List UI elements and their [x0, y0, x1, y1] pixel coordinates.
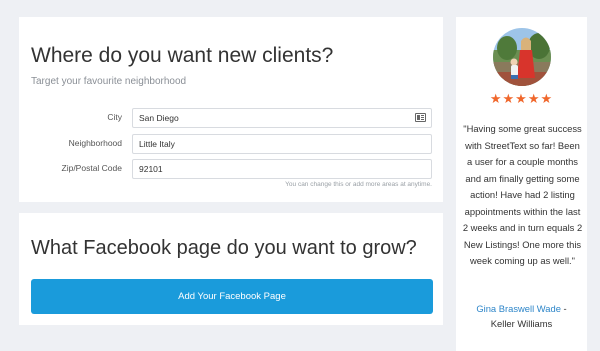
zip-input[interactable] [132, 159, 432, 179]
neighborhood-row: Neighborhood [19, 134, 443, 154]
avatar-photo [493, 28, 551, 86]
star-rating: ★★★★★ [489, 91, 554, 106]
author-separator: - [560, 303, 567, 314]
facebook-title: What Facebook page do you want to grow? [31, 237, 417, 259]
city-row: City [19, 108, 443, 128]
add-facebook-page-button[interactable]: Add Your Facebook Page [31, 279, 433, 314]
facebook-page-card: What Facebook page do you want to grow? … [19, 213, 443, 325]
city-label: City [107, 112, 122, 122]
zip-row: Zip/Postal Code [19, 159, 443, 179]
testimonial-card: ★★★★★ "Having some great success with St… [456, 17, 587, 351]
city-input[interactable] [132, 108, 432, 128]
avatar [493, 28, 551, 86]
zip-label: Zip/Postal Code [61, 163, 122, 173]
author-company: Keller Williams [490, 318, 553, 329]
clients-title: Where do you want new clients? [31, 44, 334, 67]
testimonial-quote: "Having some great success with StreetTe… [462, 123, 583, 266]
neighborhood-label: Neighborhood [68, 138, 122, 148]
clients-subtitle: Target your favourite neighborhood [31, 76, 187, 87]
contact-card-icon[interactable] [415, 113, 426, 122]
help-text: You can change this or add more areas at… [285, 181, 432, 188]
neighborhood-input[interactable] [132, 134, 432, 154]
author-name-link[interactable]: Gina Braswell Wade [476, 303, 561, 314]
testimonial-author: Gina Braswell Wade - [456, 301, 587, 318]
target-area-card: Where do you want new clients? Target yo… [19, 17, 443, 202]
